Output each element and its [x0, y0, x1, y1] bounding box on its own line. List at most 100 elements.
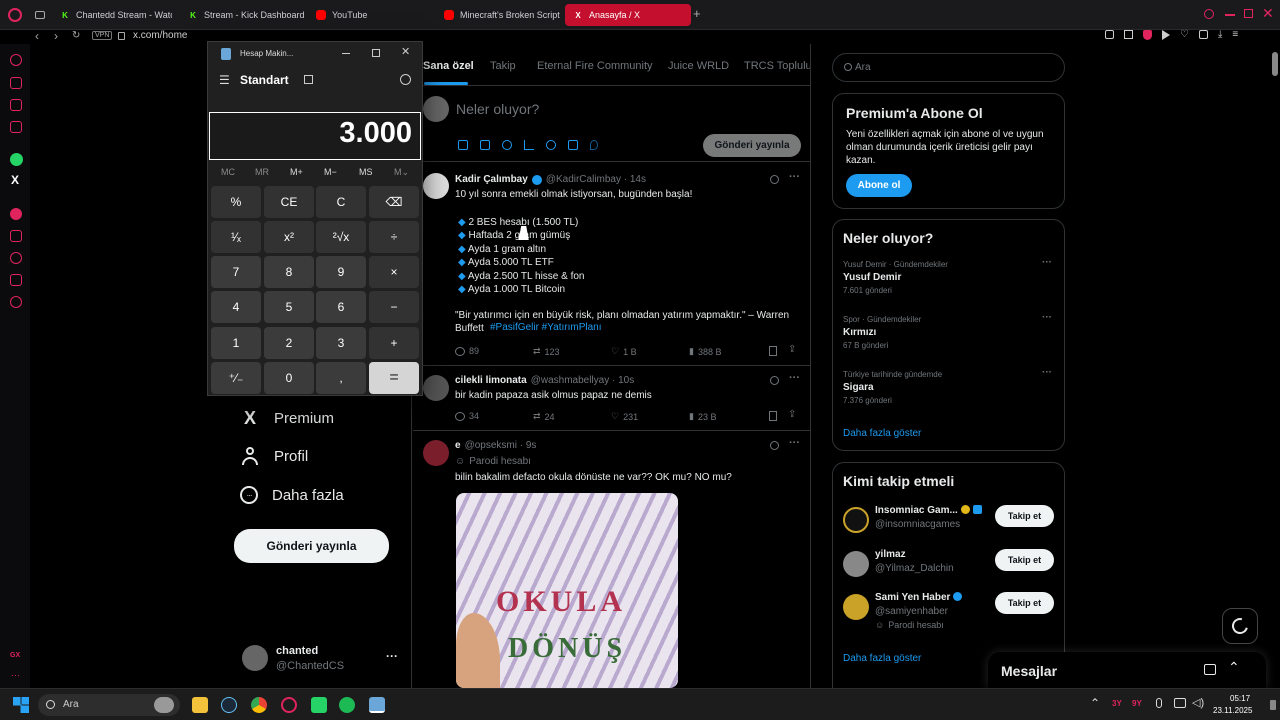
tweet-avatar[interactable]: [423, 173, 449, 199]
digit-2-button[interactable]: 2: [264, 327, 314, 359]
search-box[interactable]: Ara: [832, 53, 1065, 82]
tweet-avatar[interactable]: [423, 375, 449, 401]
tab-juice-wrld[interactable]: Juice WRLD: [668, 60, 729, 72]
reload-icon[interactable]: ↻: [72, 30, 80, 41]
history-icon[interactable]: [10, 252, 22, 264]
opera-logo-icon[interactable]: [8, 8, 22, 22]
bookmark-icon[interactable]: [769, 346, 777, 356]
snapshot-icon[interactable]: [1124, 30, 1133, 39]
search-tabs-icon[interactable]: [1204, 9, 1214, 19]
record-icon[interactable]: [10, 208, 22, 220]
tweet-card[interactable]: e @opseksmi · 9s ☺ Parodi hesabı ··· bil…: [413, 432, 810, 688]
play-icon[interactable]: [1162, 30, 1170, 40]
download-icon[interactable]: ⤓: [1218, 30, 1222, 42]
chat-icon[interactable]: [10, 99, 22, 111]
heart-icon[interactable]: ♡: [1180, 30, 1189, 42]
clock-date[interactable]: 23.11.2025: [1213, 706, 1252, 715]
window-minimize-icon[interactable]: [342, 53, 350, 54]
tab-3[interactable]: Minecraft's Broken Script: [436, 4, 560, 26]
microphone-icon[interactable]: [1156, 698, 1162, 708]
grok-icon[interactable]: [770, 175, 779, 184]
tweet-more-icon[interactable]: ···: [789, 437, 800, 449]
like-stat[interactable]: ♡ 1 B: [611, 346, 637, 357]
equals-button[interactable]: =: [369, 362, 419, 394]
follow-item[interactable]: Sami Yen Haber @samiyenhaber ☺ Parodi he…: [843, 592, 1058, 638]
tweet-card[interactable]: Kadir Çalımbay @KadirCalimbay · 14s ··· …: [413, 163, 810, 366]
tray-app-b[interactable]: 9Y: [1132, 699, 1142, 708]
extensions-sidebar-icon[interactable]: [10, 274, 22, 286]
hamburger-icon[interactable]: ☰: [219, 73, 230, 87]
settings-icon[interactable]: [10, 296, 22, 308]
expand-icon[interactable]: ⌃: [1228, 659, 1240, 676]
tweet-card[interactable]: cilekli limonata @washmabellyay · 10s ··…: [413, 366, 810, 431]
tweet-more-icon[interactable]: ···: [789, 171, 800, 183]
file-explorer-icon[interactable]: [192, 697, 208, 713]
digit-6-button[interactable]: 6: [316, 291, 366, 323]
taskbar-search[interactable]: Ara: [38, 694, 180, 716]
follow-name[interactable]: yilmaz: [875, 549, 906, 560]
follow-avatar[interactable]: [843, 551, 869, 577]
search-input[interactable]: Ara: [855, 62, 871, 73]
image-icon[interactable]: [458, 140, 468, 150]
follow-name[interactable]: Sami Yen Haber: [875, 592, 950, 603]
location-icon[interactable]: [590, 140, 598, 150]
digit-8-button[interactable]: 8: [264, 256, 314, 288]
tab-trcs[interactable]: TRCS Topluluk: [744, 60, 810, 72]
chrome-icon[interactable]: [251, 697, 267, 713]
tab-for-you[interactable]: Sana özel: [423, 60, 474, 72]
clock-time[interactable]: 05:17: [1230, 694, 1250, 703]
follow-item[interactable]: yilmaz @Yilmaz_Dalchin Takip et: [843, 549, 1058, 583]
trend-item[interactable]: Spor · Gündemdekiler Kırmızı 67 B gönder…: [843, 312, 1058, 355]
news-icon[interactable]: [10, 121, 22, 133]
whatsapp-app-icon[interactable]: [311, 697, 327, 713]
tray-app-a[interactable]: 3Y: [1112, 699, 1122, 708]
memory-recall-button[interactable]: MR: [255, 167, 269, 177]
nav-profile[interactable]: Profil: [240, 442, 308, 470]
follow-name[interactable]: Insomniac Gam...: [875, 505, 958, 516]
trend-more-icon[interactable]: ···: [1042, 312, 1052, 323]
volume-icon[interactable]: ◁): [1192, 696, 1204, 709]
aria-icon[interactable]: [10, 54, 22, 66]
back-icon[interactable]: ‹: [35, 29, 39, 43]
new-tab-button[interactable]: +: [693, 7, 705, 21]
square-root-button[interactable]: ²√x: [316, 221, 366, 253]
tab-4-active[interactable]: X Anasayfa / X: [565, 4, 691, 26]
tweet-avatar[interactable]: [423, 440, 449, 466]
trend-more-icon[interactable]: ···: [1042, 257, 1052, 268]
tweet-more-icon[interactable]: ···: [789, 372, 800, 384]
page-scrollbar[interactable]: [1272, 52, 1278, 76]
gx-icon[interactable]: GX: [10, 652, 20, 659]
backspace-button[interactable]: ⌫: [369, 186, 419, 218]
tweet-image[interactable]: OKULA DÖNÜŞ: [456, 493, 678, 688]
digit-9-button[interactable]: 9: [316, 256, 366, 288]
x-sidebar-icon[interactable]: X: [11, 173, 19, 187]
close-icon[interactable]: ✕: [1262, 5, 1274, 22]
shield-icon[interactable]: [1143, 30, 1152, 40]
nav-more[interactable]: ··· Daha fazla: [240, 481, 344, 509]
account-avatar[interactable]: [242, 645, 268, 671]
reciprocal-button[interactable]: ¹⁄ₓ: [211, 221, 261, 253]
windows-start-icon[interactable]: [13, 697, 29, 713]
digit-5-button[interactable]: 5: [264, 291, 314, 323]
tab-2[interactable]: YouTube: [308, 4, 428, 26]
window-close-icon[interactable]: ✕: [401, 45, 410, 58]
extensions-icon[interactable]: [1198, 30, 1208, 39]
reply-stat[interactable]: 89: [455, 346, 479, 356]
poll-icon[interactable]: [524, 140, 534, 150]
gif-icon[interactable]: [480, 140, 490, 150]
share-icon[interactable]: ⇪: [788, 344, 796, 355]
steam-icon[interactable]: [221, 697, 237, 713]
memory-list-button[interactable]: M⌄: [394, 167, 409, 178]
notifications-icon[interactable]: [1270, 700, 1276, 710]
taskbar-search-input[interactable]: Ara: [63, 699, 79, 710]
new-message-icon[interactable]: [1204, 664, 1216, 675]
views-stat[interactable]: ▮ 23 B: [689, 411, 716, 422]
clear-entry-button[interactable]: CE: [264, 186, 314, 218]
trend-more-icon[interactable]: ···: [1042, 367, 1052, 378]
clear-button[interactable]: C: [316, 186, 366, 218]
follow-button[interactable]: Takip et: [995, 505, 1054, 527]
digit-4-button[interactable]: 4: [211, 291, 261, 323]
decimal-button[interactable]: ,: [316, 362, 366, 394]
messages-drawer[interactable]: Mesajlar ⌃: [988, 652, 1266, 688]
memory-subtract-button[interactable]: M−: [324, 167, 337, 177]
